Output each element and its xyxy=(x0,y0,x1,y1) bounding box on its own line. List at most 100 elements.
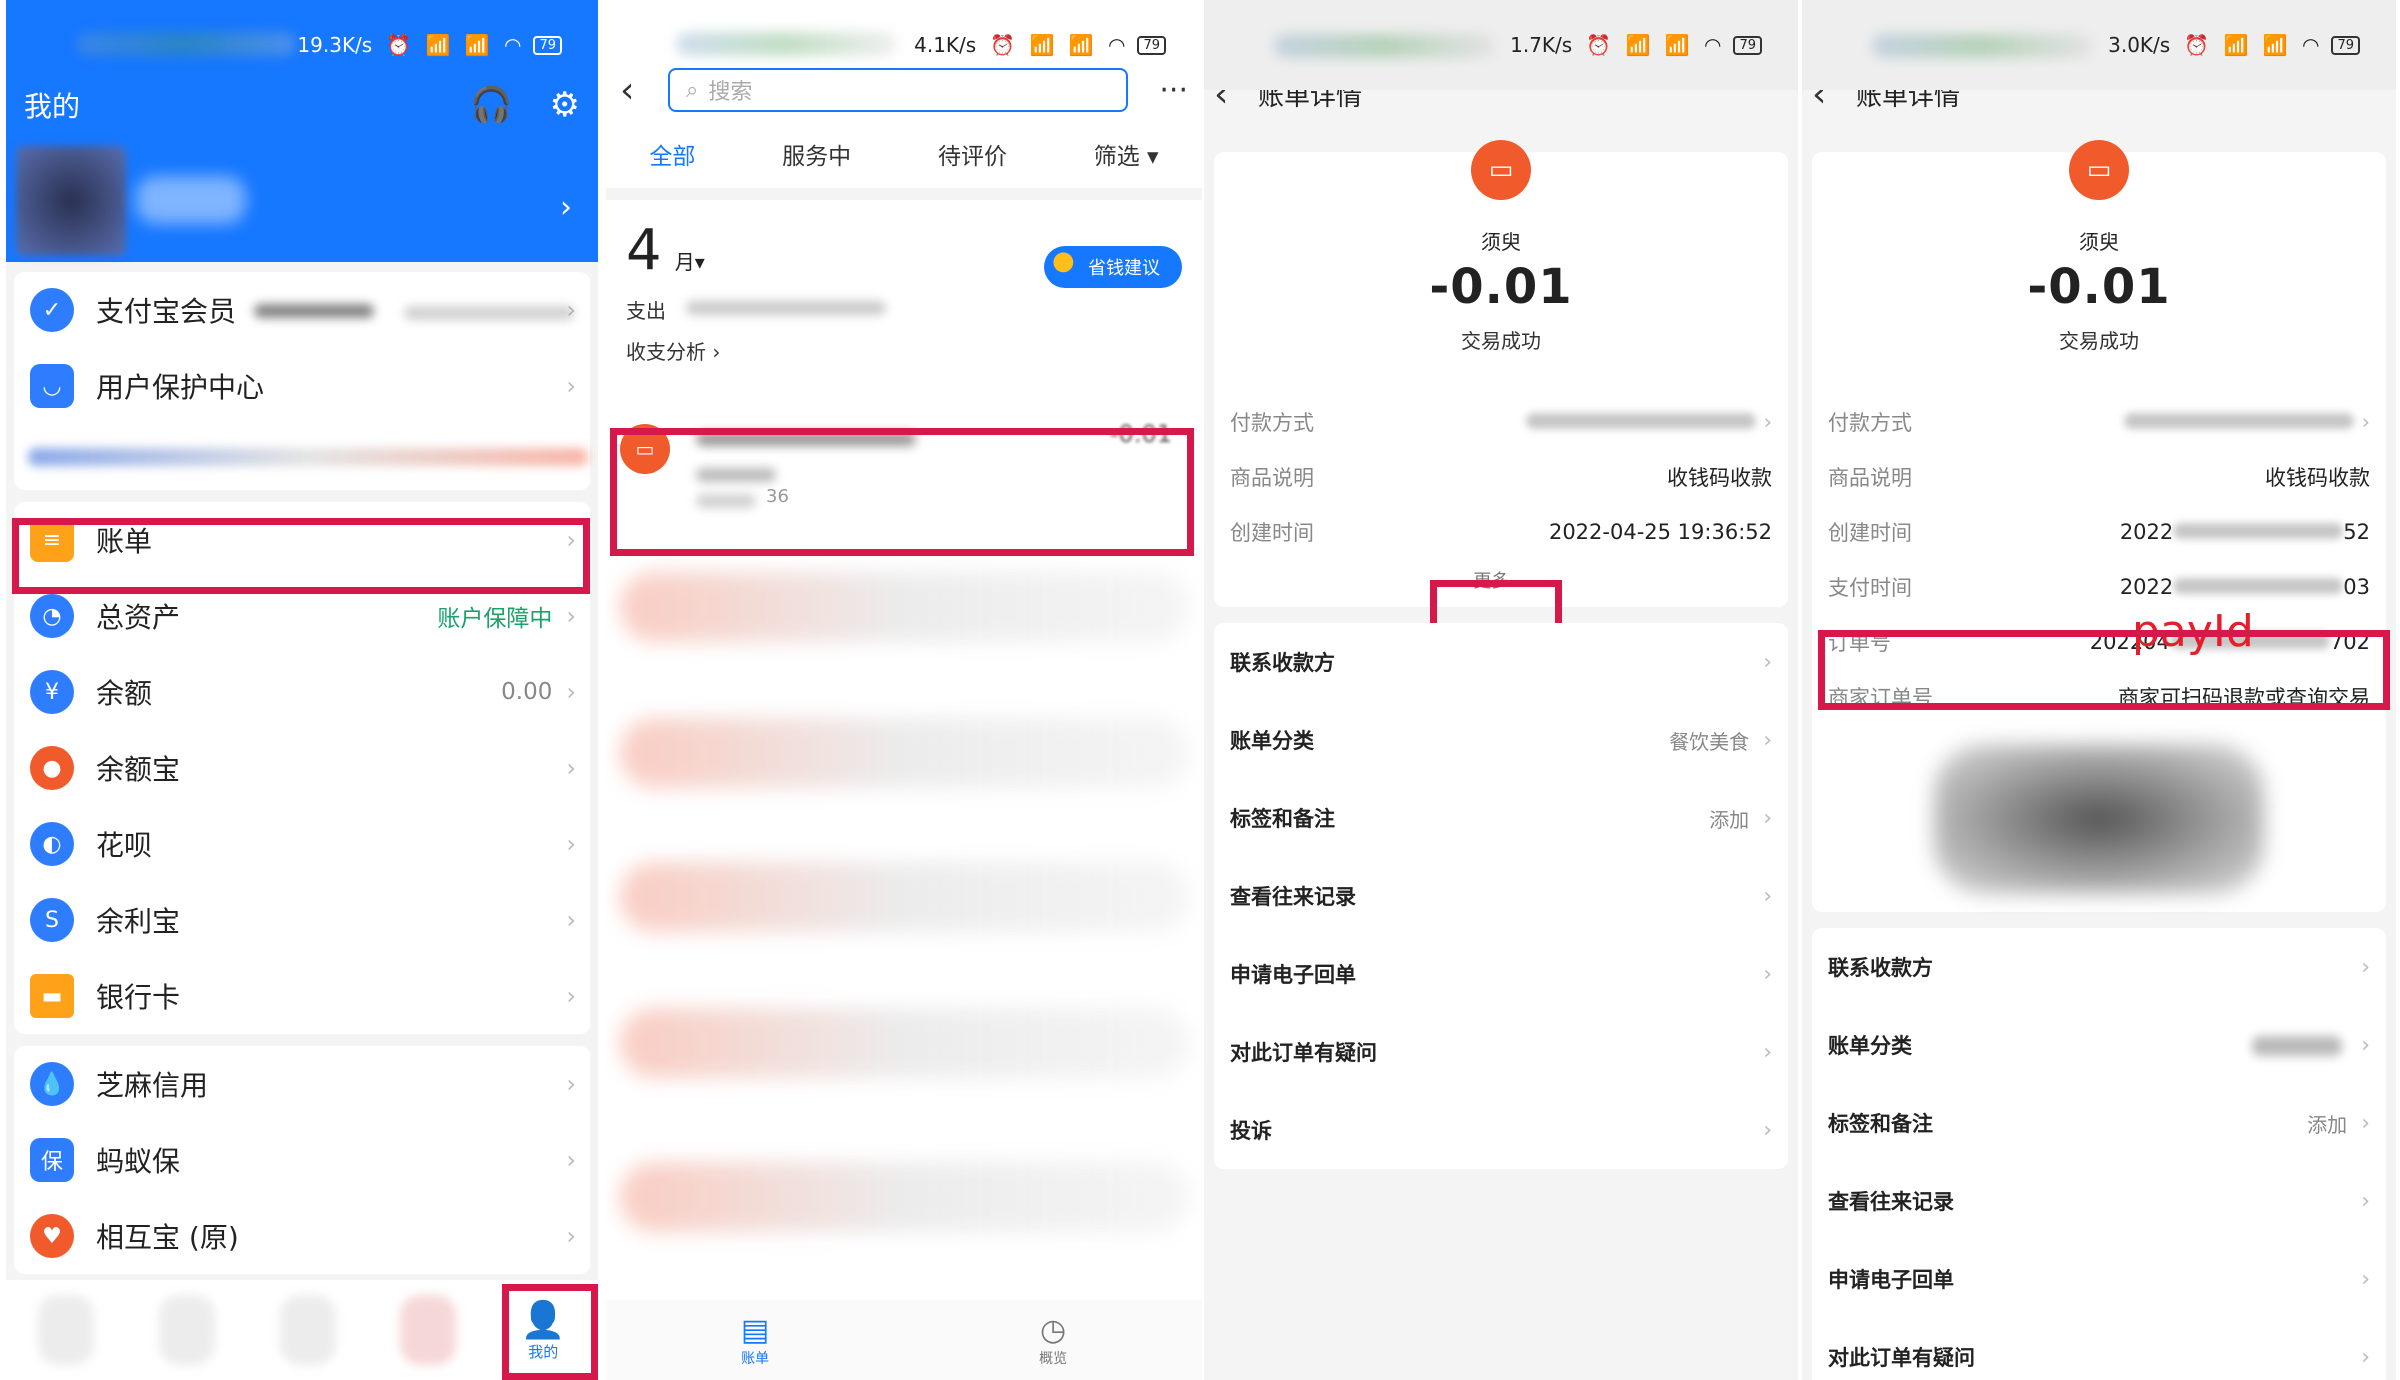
bill-actions-card: 联系收款方 › 账单分类 › 标签和备注 添加 › 查看往来记录 › 申请电子回… xyxy=(1812,928,2386,1380)
pie-chart-icon: ◔ xyxy=(30,594,74,638)
tab-home[interactable] xyxy=(38,1295,95,1365)
account-protected-text: 账户保障中 xyxy=(437,606,553,632)
tab-to-review[interactable]: 待评价 xyxy=(938,137,1007,171)
bill-bottom-tab-bar: ▤ 账单 ◷ 概览 xyxy=(606,1300,1202,1380)
create-time-row: 创建时间 2022 52 xyxy=(1828,519,2370,545)
yuebao-icon: ● xyxy=(30,746,74,790)
menu-item-bank-card[interactable]: ▬ 银行卡 › xyxy=(14,958,590,1034)
highlight-mine-tab xyxy=(502,1284,598,1380)
page-title: 我的 xyxy=(24,90,81,123)
merchant-name: 须臾 xyxy=(1481,230,1521,254)
tab-all[interactable]: 全部 xyxy=(649,137,695,171)
tab-video[interactable] xyxy=(279,1295,336,1365)
e-receipt-row[interactable]: 申请电子回单 › xyxy=(1812,1240,2386,1318)
tab-bill[interactable]: ▤ 账单 xyxy=(741,1313,769,1368)
merchant-order-qr xyxy=(1934,744,2264,894)
contact-payee-row[interactable]: 联系收款方 › xyxy=(1214,623,1788,701)
bill-category-value: 餐饮美食 xyxy=(1669,729,1750,754)
tab-messages[interactable] xyxy=(400,1295,457,1365)
analysis-link[interactable]: 收支分析 › xyxy=(626,336,1182,365)
battery-icon: 79 xyxy=(2331,35,2360,55)
save-money-tip-button[interactable]: ● 省钱建议 xyxy=(1044,246,1182,288)
menu-item-balance[interactable]: ¥ 余额 0.00 › xyxy=(14,654,590,730)
bill-summary-card: ▭ 须臾 -0.01 交易成功 付款方式 › 商品说明 收钱码收款 创建时间 2… xyxy=(1214,140,1788,607)
tags-notes-row[interactable]: 标签和备注 添加 › xyxy=(1812,1084,2386,1162)
transaction-status: 交易成功 xyxy=(2059,329,2139,353)
chevron-right-icon: › xyxy=(1763,883,1772,909)
complaint-row[interactable]: 投诉 › xyxy=(1214,1091,1788,1169)
network-speed: 1.7K/s xyxy=(1510,33,1573,57)
bill-actions-card: 联系收款方 › 账单分类 餐饮美食 › 标签和备注 添加 › 查看往来记录 › … xyxy=(1214,623,1788,1169)
shield-icon: ◡ xyxy=(30,364,74,408)
history-row[interactable]: 查看往来记录 › xyxy=(1812,1162,2386,1240)
chevron-right-icon: › xyxy=(1763,1117,1772,1143)
bill-summary-card: ▭ 须臾 -0.01 交易成功 付款方式 › 商品说明 收钱码收款 创建时间 2… xyxy=(1812,140,2386,912)
contact-payee-row[interactable]: 联系收款方 › xyxy=(1812,928,2386,1006)
menu-item-member[interactable]: ✓ 支付宝会员 › xyxy=(14,272,590,348)
status-icons: ⏰ 📶 📶 ◠ xyxy=(990,33,1130,57)
product-desc-row: 商品说明 收钱码收款 xyxy=(1230,465,1772,490)
month-number[interactable]: 4 xyxy=(626,218,662,283)
payment-method-row[interactable]: 付款方式 › xyxy=(1214,394,1788,449)
status-bar: 4.1K/s ⏰ 📶 📶 ◠ 79 xyxy=(606,0,1202,90)
highlight-transaction xyxy=(610,428,1194,556)
menu-item-yulibao[interactable]: S 余利宝 › xyxy=(14,882,590,958)
mine-header: 19.3K/s ⏰ 📶 📶 ◠ 79 我的 🎧 ⚙ › xyxy=(6,0,598,262)
chevron-right-icon: › xyxy=(566,754,576,782)
menu-item-sesame[interactable]: 💧 芝麻信用 › xyxy=(14,1046,590,1122)
bank-card-icon: ▬ xyxy=(30,974,74,1018)
month-unit[interactable]: 月▾ xyxy=(675,250,705,274)
menu-item-insurance[interactable]: 保 蚂蚁保 › xyxy=(14,1122,590,1198)
e-receipt-row[interactable]: 申请电子回单 › xyxy=(1214,935,1788,1013)
transaction-status: 交易成功 xyxy=(1461,329,1541,353)
chevron-right-icon: › xyxy=(2361,1188,2370,1214)
avatar[interactable] xyxy=(16,146,126,256)
menu-item-huabei[interactable]: ◐ 花呗 › xyxy=(14,806,590,882)
menu-item-yuebao[interactable]: ● 余额宝 › xyxy=(14,730,590,806)
tab-filter[interactable]: 筛选 ▾ xyxy=(1094,137,1159,171)
status-bar: 19.3K/s ⏰ 📶 📶 ◠ 79 xyxy=(6,0,598,90)
tab-wealth[interactable] xyxy=(158,1295,215,1365)
payment-method-row[interactable]: 付款方式 › xyxy=(1812,394,2386,449)
battery-icon: 79 xyxy=(1733,35,1762,55)
network-speed: 4.1K/s xyxy=(914,33,977,57)
yulibao-icon: S xyxy=(30,898,74,942)
merchant-name: 须臾 xyxy=(2079,230,2119,254)
tab-in-service[interactable]: 服务中 xyxy=(782,137,851,171)
bill-category-row[interactable]: 账单分类 › xyxy=(1812,1006,2386,1084)
month-summary: 4 月▾ 支出 收支分析 › ● 省钱建议 xyxy=(606,200,1202,400)
menu-item-xianghubao[interactable]: ♥ 相互宝 (原) › xyxy=(14,1198,590,1274)
chevron-right-icon: › xyxy=(566,678,576,706)
profile-card[interactable]: › xyxy=(6,120,598,260)
lightbulb-icon: ● xyxy=(1052,246,1075,276)
network-speed: 19.3K/s xyxy=(297,33,373,57)
network-speed: 3.0K/s xyxy=(2108,33,2171,57)
insurance-shield-icon: 保 xyxy=(30,1138,74,1182)
bill-list-screen: 4.1K/s ⏰ 📶 📶 ◠ 79 ‹ ⌕ 搜索 ··· 全部 服务中 待评价 … xyxy=(606,0,1202,1380)
status-icons: ⏰ 📶 📶 ◠ xyxy=(2184,33,2324,57)
bill-icon: ▤ xyxy=(740,1312,770,1348)
headset-icon[interactable]: 🎧 xyxy=(470,85,512,125)
store-icon: ▭ xyxy=(1471,140,1531,200)
battery-icon: 79 xyxy=(533,35,562,55)
chevron-right-icon: › xyxy=(566,830,576,858)
order-question-row[interactable]: 对此订单有疑问 › xyxy=(1812,1318,2386,1380)
balance-value: 0.00 xyxy=(501,679,553,705)
chevron-right-icon: › xyxy=(2361,954,2370,980)
menu-item-protection[interactable]: ◡ 用户保护中心 › xyxy=(14,348,590,424)
bill-detail-screen: 1.7K/s ⏰ 📶 📶 ◠ 79 ‹ 账单详情 ▭ 须臾 -0.01 交易成功… xyxy=(1204,0,1798,1380)
order-question-row[interactable]: 对此订单有疑问 › xyxy=(1214,1013,1788,1091)
status-bar: 1.7K/s ⏰ 📶 📶 ◠ 79 xyxy=(1204,0,1798,90)
chevron-right-icon: › xyxy=(1763,727,1772,753)
tags-notes-row[interactable]: 标签和备注 添加 › xyxy=(1214,779,1788,857)
gear-icon[interactable]: ⚙ xyxy=(550,85,580,125)
tab-overview[interactable]: ◷ 概览 xyxy=(1039,1313,1067,1368)
history-row[interactable]: 查看往来记录 › xyxy=(1214,857,1788,935)
bill-filter-tabs: 全部 服务中 待评价 筛选 ▾ xyxy=(606,120,1202,200)
bill-category-row[interactable]: 账单分类 餐饮美食 › xyxy=(1214,701,1788,779)
clock-icon: ◷ xyxy=(1039,1312,1067,1348)
chevron-right-icon: › xyxy=(1763,1039,1772,1065)
yuan-icon: ¥ xyxy=(30,670,74,714)
chevron-right-icon: › xyxy=(2361,1032,2370,1058)
chevron-right-icon: › xyxy=(566,1146,576,1174)
